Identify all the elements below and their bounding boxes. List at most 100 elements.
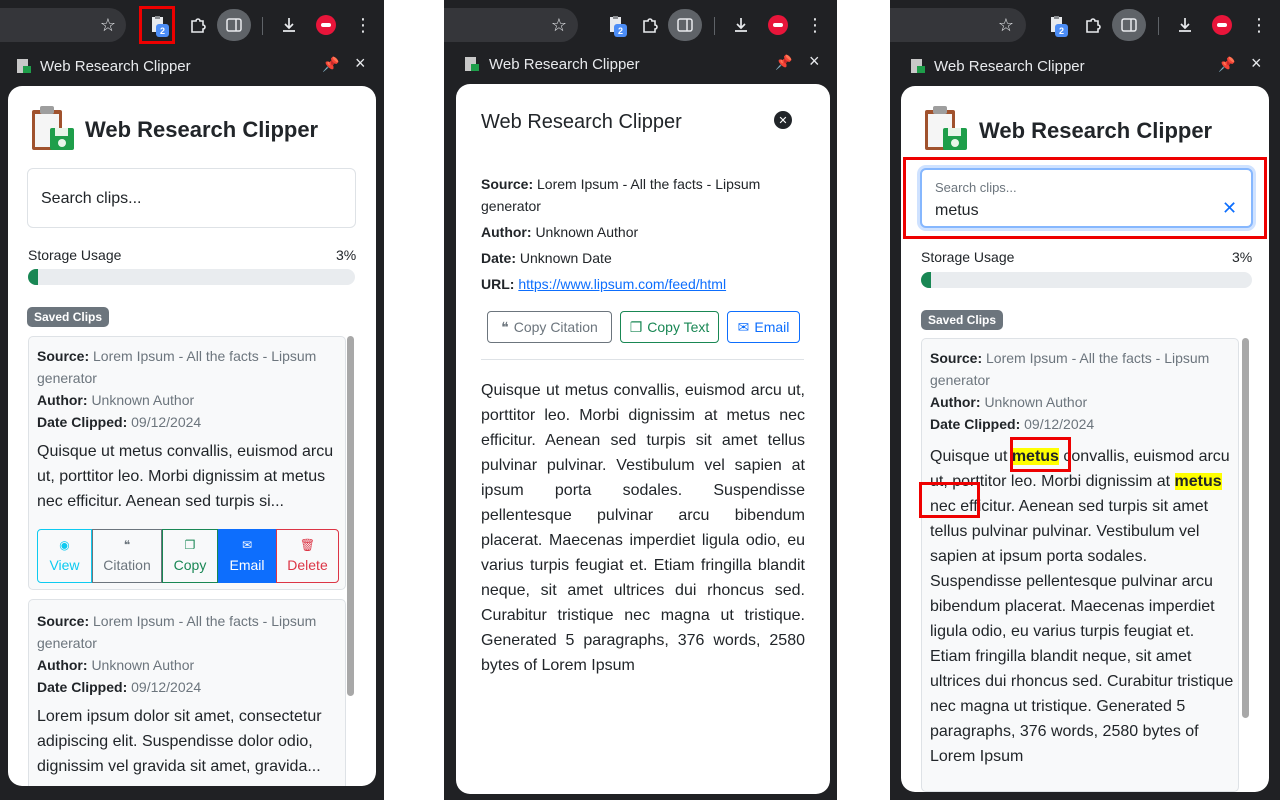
download-icon[interactable] [728,12,754,38]
annotation-box [139,6,175,44]
modal-title: Web Research Clipper [481,111,682,133]
view-button[interactable]: ◉ View [37,529,92,583]
more-menu-icon[interactable]: ⋮ [350,12,376,38]
side-panel-title: Web Research Clipper [934,58,1085,75]
modal-date: Date: Unknown Date [481,250,612,266]
quote-icon: ❝ [501,318,509,335]
toolbar-divider [1158,17,1159,35]
trash-icon: 🗑 [299,538,316,552]
bookmark-star-icon[interactable]: ☆ [95,12,121,38]
app-logo-icon [17,59,31,73]
extensions-puzzle-icon[interactable] [185,12,211,38]
pin-icon[interactable]: 📌 [1218,56,1235,73]
storage-progress-fill [28,269,38,285]
app-logo-icon [465,57,479,71]
app-card: Web Research Clipper Search clips... Sto… [8,86,376,786]
extensions-puzzle-icon[interactable] [637,12,663,38]
search-placeholder: Search clips... [41,190,142,207]
storage-label: Storage Usage [28,247,122,263]
side-panel-button[interactable] [1112,9,1146,41]
app-card: Web Research Clipper Search clips... met… [901,86,1269,792]
clipper-extension-icon[interactable]: 2 [604,12,630,38]
pin-icon[interactable]: 📌 [775,54,792,71]
search-input[interactable]: Search clips... [27,168,356,228]
download-icon[interactable] [276,12,302,38]
modal-body-text: Quisque ut metus convallis, euismod arcu… [481,382,805,674]
storage-progress-bar [921,272,1252,288]
browser-toolbar: ☆ 2 ⋮ [890,0,1280,50]
bookmark-star-icon[interactable]: ☆ [546,12,572,38]
saved-clips-badge: Saved Clips [921,310,1004,330]
citation-button[interactable]: ❝ Citation [92,529,162,583]
toolbar-divider [262,17,263,35]
clip-source: Source: Lorem Ipsum - All the facts - Li… [930,350,1210,388]
copy-button[interactable]: ❐ Copy [162,529,218,583]
browser-toolbar: ☆ 2 ⋮ [0,0,384,50]
bookmark-star-icon[interactable]: ☆ [993,12,1019,38]
close-icon[interactable]: × [1251,53,1262,74]
clip-card: Source: Lorem Ipsum - All the facts - Li… [28,336,346,590]
profile-icon[interactable] [765,12,791,38]
app-title: Web Research Clipper [85,117,319,142]
side-panel-button[interactable] [217,9,251,41]
storage-progress-bar [28,269,355,285]
storage-percent: 3% [336,247,357,263]
clip-date: Date Clipped: 09/12/2024 [37,679,202,695]
profile-icon[interactable] [313,12,339,38]
side-panel-button[interactable] [668,9,702,41]
more-menu-icon[interactable]: ⋮ [1246,12,1272,38]
clip-author: Author: Unknown Author [37,657,195,673]
storage-label: Storage Usage [921,249,1015,265]
app-title: Web Research Clipper [979,118,1213,143]
modal-divider [481,359,804,360]
toolbar-divider [714,17,715,35]
delete-button[interactable]: 🗑 Delete [276,529,339,583]
more-menu-icon[interactable]: ⋮ [802,12,828,38]
clip-author: Author: Unknown Author [930,394,1088,410]
envelope-icon: ✉ [737,318,750,335]
search-value: metus [935,202,979,219]
search-input[interactable]: Search clips... metus ✕ [920,168,1253,228]
modal-close-icon[interactable]: ✕ [774,111,792,129]
email-button[interactable]: ✉ Email [727,311,800,343]
clip-source: Source: Lorem Ipsum - All the facts - Li… [37,348,317,386]
clipper-extension-icon[interactable]: 2 [1045,12,1071,38]
modal-author: Author: Unknown Author [481,224,639,240]
source-url-link[interactable]: https://www.lipsum.com/feed/html [518,276,726,292]
clip-author: Author: Unknown Author [37,392,195,408]
annotation-box [1010,437,1071,472]
close-icon[interactable]: × [809,51,820,72]
extensions-puzzle-icon[interactable] [1080,12,1106,38]
side-panel-title: Web Research Clipper [40,58,191,75]
copy-text-button[interactable]: ❐ Copy Text [620,311,719,343]
clip-card: Source: Lorem Ipsum - All the facts - Li… [921,338,1239,792]
pin-icon[interactable]: 📌 [322,56,339,73]
close-icon[interactable]: × [355,53,366,74]
right-panel: ☆ 2 ⋮ Web Research Clipper 📌 × Web Resea… [890,0,1280,800]
eye-icon: ◉ [59,538,70,552]
clip-date: Date Clipped: 09/12/2024 [37,414,202,430]
clip-count-badge: 2 [614,24,627,37]
clip-excerpt: Quisque ut metus convallis, euismod arcu… [37,443,334,510]
copy-icon: ❐ [629,318,643,335]
clear-search-icon[interactable]: ✕ [1222,198,1237,219]
storage-percent: 3% [1232,249,1253,265]
clip-source: Source: Lorem Ipsum - All the facts - Li… [37,613,317,651]
clip-count-badge: 2 [1055,24,1068,37]
middle-panel: ☆ 2 ⋮ Web Research Clipper 📌 × Web Resea… [444,0,837,800]
side-panel-header: Web Research Clipper 📌 × [890,52,1280,82]
scrollbar-thumb[interactable] [347,336,354,696]
modal-metadata: Source: Lorem Ipsum - All the facts - Li… [481,173,801,295]
download-icon[interactable] [1172,12,1198,38]
email-button[interactable]: ✉ Email [218,529,276,583]
copy-icon: ❐ [184,538,196,552]
clip-action-bar: ◉ View ❝ Citation ❐ Copy ✉ Email 🗑 Delete [37,529,339,583]
saved-clips-badge: Saved Clips [27,307,110,327]
search-floating-label: Search clips... [935,180,1017,195]
side-panel-header: Web Research Clipper 📌 × [0,52,384,82]
side-panel-header: Web Research Clipper 📌 × [444,50,837,80]
copy-citation-button[interactable]: ❝ Copy Citation [487,311,612,343]
clip-detail-modal: Web Research Clipper ✕ Source: Lorem Ips… [456,84,830,794]
scrollbar-thumb[interactable] [1242,338,1249,718]
profile-icon[interactable] [1209,12,1235,38]
